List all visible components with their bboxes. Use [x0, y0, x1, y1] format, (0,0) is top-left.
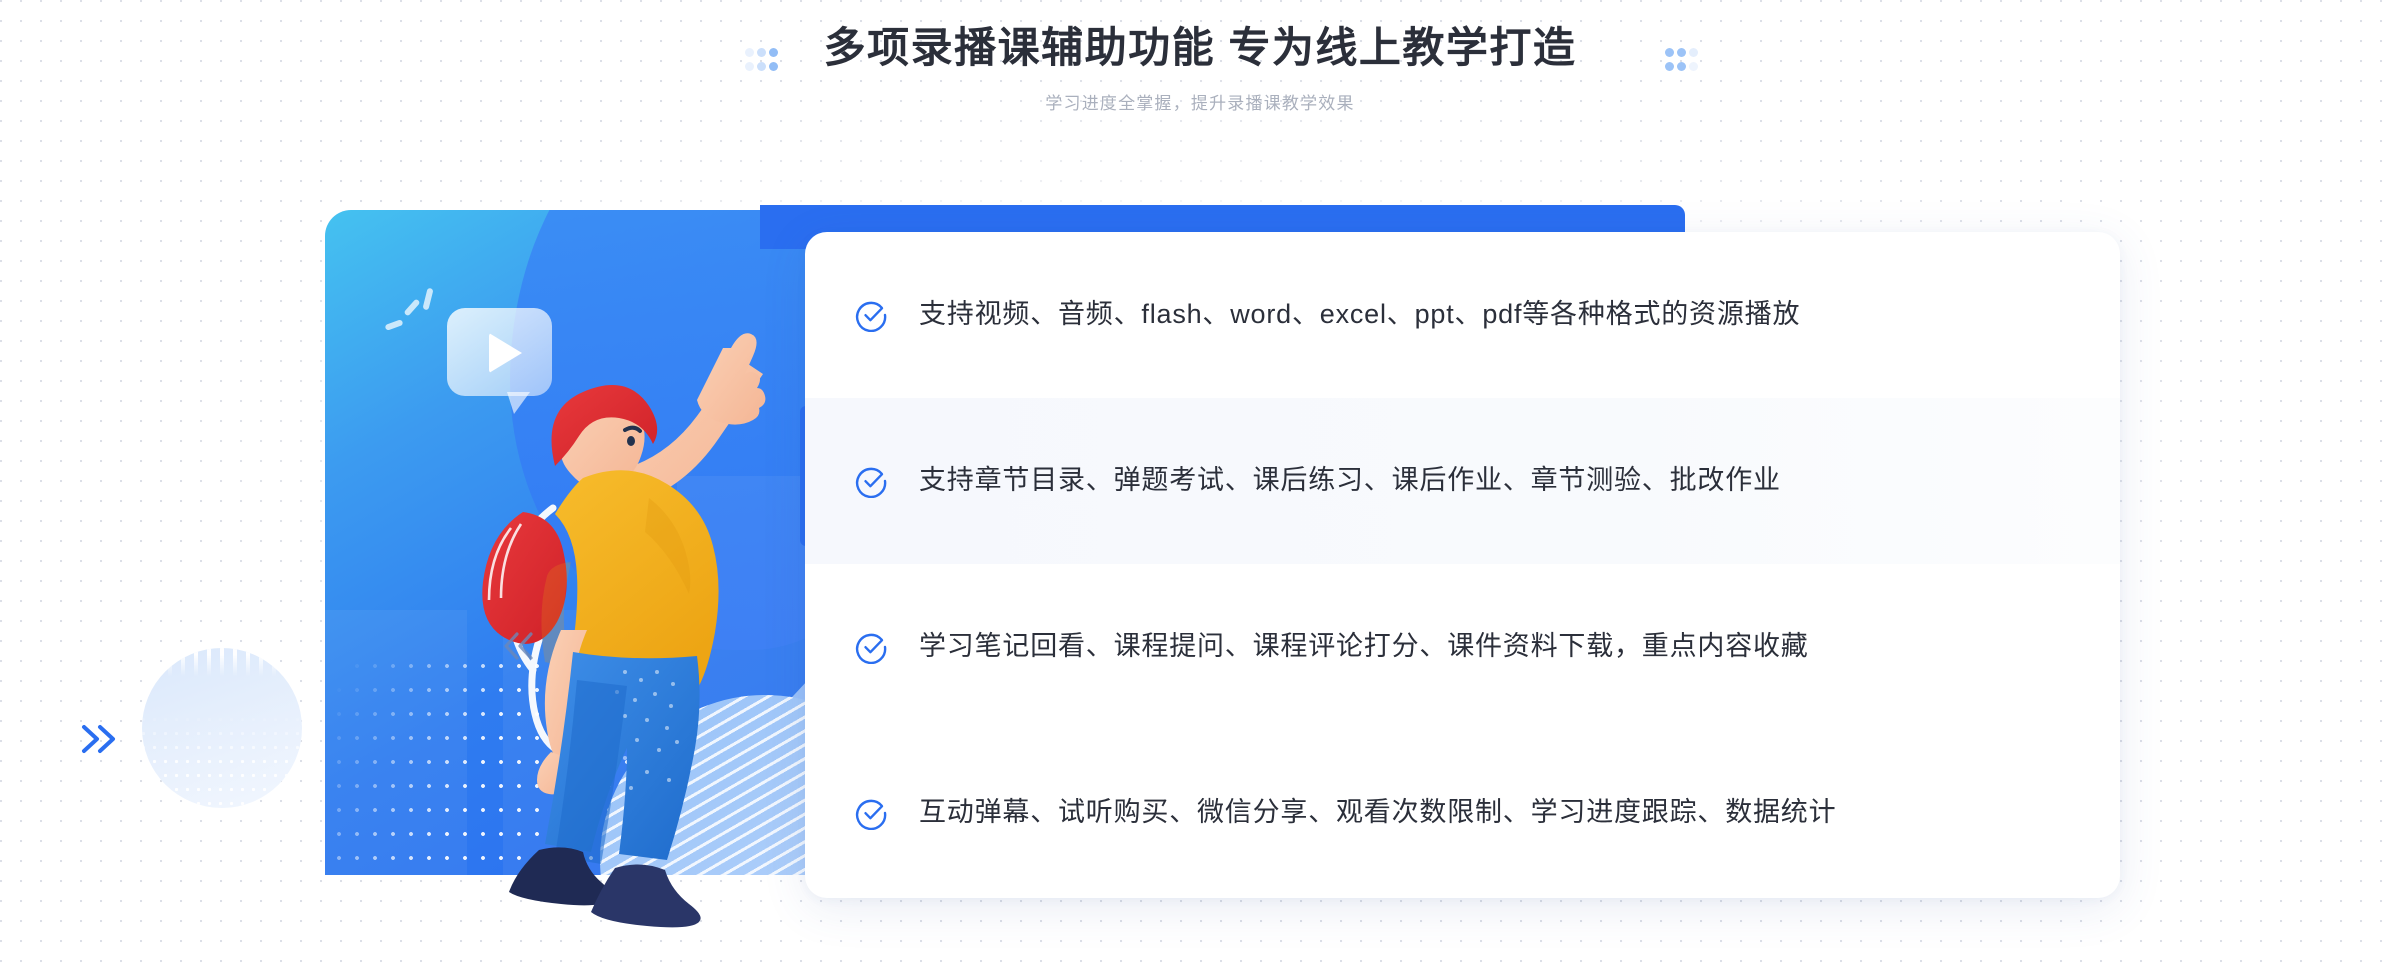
- dot: [1689, 48, 1698, 57]
- dot: [745, 62, 754, 71]
- feature-row[interactable]: 学习笔记回看、课程提问、课程评论打分、课件资料下载，重点内容收藏: [805, 564, 2120, 730]
- dot: [1677, 48, 1686, 57]
- feature-text: 互动弹幕、试听购买、微信分享、观看次数限制、学习进度跟踪、数据统计: [919, 797, 1837, 828]
- feature-row[interactable]: 互动弹幕、试听购买、微信分享、观看次数限制、学习进度跟踪、数据统计: [805, 730, 2120, 896]
- dot: [769, 48, 778, 57]
- double-chevron-left-icon: [504, 632, 533, 660]
- dot: [757, 48, 766, 57]
- dot: [1689, 62, 1698, 71]
- header-dots-right: [1665, 48, 1705, 76]
- circle-dots: [142, 648, 302, 808]
- double-chevron-right-icon: [82, 725, 115, 753]
- header: 多项录播课辅助功能 专为线上教学打造 学习进度全掌握，提升录播课教学效果: [0, 22, 2400, 114]
- header-dots-left: [745, 48, 785, 76]
- page-title: 多项录播课辅助功能 专为线上教学打造: [823, 24, 1577, 71]
- dot: [745, 48, 754, 57]
- eye: [627, 436, 635, 446]
- woman-pointing-up-illustration: [482, 333, 766, 928]
- feature-list: 支持视频、音频、flash、word、excel、ppt、pdf等各种格式的资源…: [805, 232, 2120, 898]
- striped-decorative-circle: [142, 648, 302, 808]
- dot: [1677, 62, 1686, 71]
- dot: [769, 62, 778, 71]
- shoe-right: [591, 864, 701, 928]
- dot: [757, 62, 766, 71]
- promo-banner: 多项录播课辅助功能 专为线上教学打造 学习进度全掌握，提升录播课教学效果 支持视…: [0, 0, 2400, 974]
- check-circle-icon: [855, 467, 887, 498]
- check-circle-icon: [855, 799, 887, 830]
- check-circle-icon: [855, 633, 887, 664]
- feature-text: 学习笔记回看、课程提问、课程评论打分、课件资料下载，重点内容收藏: [919, 631, 1809, 662]
- feature-card: 支持视频、音频、flash、word、excel、ppt、pdf等各种格式的资源…: [805, 232, 2120, 898]
- page-subtitle: 学习进度全掌握，提升录播课教学效果: [1045, 93, 1355, 113]
- pointing-hand: [697, 333, 766, 425]
- dot: [1665, 48, 1674, 57]
- feature-row[interactable]: 支持视频、音频、flash、word、excel、ppt、pdf等各种格式的资源…: [805, 232, 2120, 398]
- feature-text: 支持视频、音频、flash、word、excel、ppt、pdf等各种格式的资源…: [919, 299, 1801, 330]
- feature-text: 支持章节目录、弹题考试、课后练习、课后作业、章节测验、批改作业: [919, 465, 1781, 496]
- feature-row[interactable]: 支持章节目录、弹题考试、课后练习、课后作业、章节测验、批改作业: [805, 398, 2120, 564]
- dot: [1665, 62, 1674, 71]
- check-circle-icon: [855, 301, 887, 332]
